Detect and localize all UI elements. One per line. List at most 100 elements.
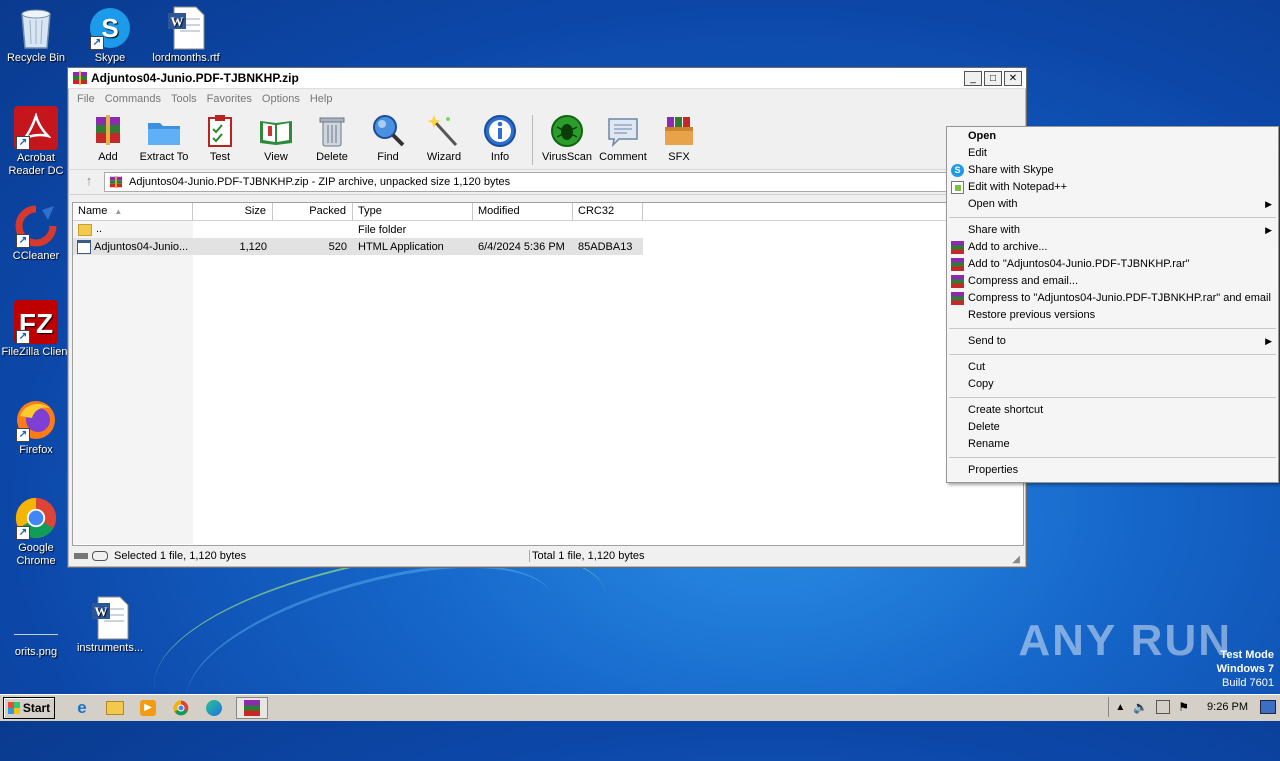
wizard-button[interactable]: Wizard: [416, 113, 472, 163]
taskbar-media-player-button[interactable]: ▶: [137, 698, 159, 718]
comment-button[interactable]: Comment: [595, 113, 651, 163]
column-header-crc32[interactable]: CRC32: [573, 203, 643, 220]
winrar-icon: [244, 700, 260, 716]
taskbar-winrar-button[interactable]: [236, 697, 268, 719]
menu-item-add-to-rar[interactable]: Add to "Adjuntos04-Junio.PDF-TJBNKHP.rar…: [947, 256, 1278, 273]
column-header-type[interactable]: Type: [353, 203, 473, 220]
toolbar-separator: [532, 115, 533, 165]
submenu-arrow-icon: ▶: [1265, 336, 1272, 346]
menu-item-share-with-skype[interactable]: S Share with Skype: [947, 162, 1278, 179]
virusscan-button[interactable]: VirusScan: [539, 113, 595, 163]
view-button[interactable]: View: [248, 113, 304, 163]
menu-options[interactable]: Options: [257, 93, 305, 105]
taskbar-ie-button[interactable]: e: [71, 698, 93, 718]
menu-item-share-with[interactable]: Share with ▶: [947, 222, 1278, 239]
menu-favorites[interactable]: Favorites: [202, 93, 257, 105]
submenu-arrow-icon: ▶: [1265, 199, 1272, 209]
desktop-icon-instruments[interactable]: W instruments...: [72, 596, 148, 655]
virusscan-label: VirusScan: [542, 151, 592, 163]
winrar-icon: [951, 258, 964, 271]
up-folder-button[interactable]: ↑: [74, 173, 104, 191]
column-header-packed[interactable]: Packed: [273, 203, 353, 220]
start-label: Start: [22, 701, 51, 715]
desktop-icon-orits[interactable]: orits.png: [0, 600, 74, 659]
status-selected: Selected 1 file, 1,120 bytes: [114, 550, 247, 562]
menu-item-properties[interactable]: Properties: [947, 462, 1278, 479]
delete-button[interactable]: Delete: [304, 113, 360, 163]
desktop-icon-acrobat[interactable]: ↗ Acrobat Reader DC: [0, 106, 74, 178]
menu-item-create-shortcut[interactable]: Create shortcut: [947, 402, 1278, 419]
find-button[interactable]: Find: [360, 113, 416, 163]
taskbar-edge-button[interactable]: [203, 698, 225, 718]
menu-tools[interactable]: Tools: [166, 93, 202, 105]
window-titlebar[interactable]: Adjuntos04-Junio.PDF-TJBNKHP.zip _ □ ✕: [68, 68, 1026, 89]
menu-item-edit[interactable]: Edit: [947, 145, 1278, 162]
minimize-button[interactable]: _: [964, 70, 982, 86]
clock[interactable]: 9:26 PM: [1207, 701, 1248, 713]
maximize-button[interactable]: □: [984, 70, 1002, 86]
winrar-icon: [73, 71, 87, 85]
status-bar: Selected 1 file, 1,120 bytes Total 1 fil…: [70, 547, 1022, 565]
menu-item-restore-previous-versions[interactable]: Restore previous versions: [947, 307, 1278, 324]
taskbar-chrome-button[interactable]: [170, 698, 192, 718]
start-button[interactable]: Start: [3, 697, 55, 719]
sfx-button[interactable]: SFX: [651, 113, 707, 163]
menu-item-compress-and-email[interactable]: Compress and email...: [947, 273, 1278, 290]
desktop-icon-firefox[interactable]: ↗ Firefox: [0, 398, 74, 457]
desktop-icon-label: CCleaner: [12, 250, 60, 262]
resize-grip-icon[interactable]: ◢: [1012, 554, 1020, 565]
test-button[interactable]: Test: [192, 113, 248, 163]
info-button[interactable]: Info: [472, 113, 528, 163]
close-button[interactable]: ✕: [1004, 70, 1022, 86]
desktop-icon-label: Firefox: [19, 444, 53, 456]
row-modified: 6/4/2024 5:36 PM: [478, 240, 565, 253]
network-icon[interactable]: [1156, 700, 1171, 714]
table-row-selected-file[interactable]: Adjuntos04-Junio... 1,120 520 HTML Appli…: [73, 238, 643, 255]
table-row-parent-folder[interactable]: .. File folder: [73, 221, 1023, 238]
column-header-modified[interactable]: Modified: [473, 203, 573, 220]
desktop-icon-skype[interactable]: S ↗ Skype: [72, 6, 148, 65]
menu-item-rename[interactable]: Rename: [947, 436, 1278, 453]
menu-item-compress-to-rar-and-email[interactable]: Compress to "Adjuntos04-Junio.PDF-TJBNKH…: [947, 290, 1278, 307]
extract-to-button[interactable]: Extract To: [136, 113, 192, 163]
desktop-icon-chrome[interactable]: ↗ Google Chrome: [0, 496, 74, 568]
show-hidden-icons-icon[interactable]: ▲: [1115, 702, 1125, 713]
menu-item-open-with[interactable]: Open with ▶: [947, 196, 1278, 213]
address-field[interactable]: Adjuntos04-Junio.PDF-TJBNKHP.zip - ZIP a…: [104, 172, 1022, 192]
test-mode-line: Build 7601: [1222, 677, 1274, 689]
desktop-icon-recycle-bin[interactable]: Recycle Bin: [0, 6, 74, 65]
menu-file[interactable]: File: [72, 93, 100, 105]
menu-item-add-to-archive[interactable]: Add to archive...: [947, 239, 1278, 256]
taskbar-explorer-button[interactable]: [104, 698, 126, 718]
row-packed: 520: [328, 240, 347, 253]
shortcut-arrow-icon: ↗: [16, 428, 30, 442]
column-header-name[interactable]: Name ▲: [73, 203, 193, 220]
wand-icon: [426, 113, 462, 149]
info-icon: [482, 113, 518, 149]
address-text: Adjuntos04-Junio.PDF-TJBNKHP.zip - ZIP a…: [129, 176, 511, 188]
system-tray: ▲ 🔈 ⚑ 9:26 PM: [1108, 697, 1280, 717]
desktop-icon-ccleaner[interactable]: ↗ CCleaner: [0, 204, 74, 263]
add-button[interactable]: Add: [80, 113, 136, 163]
desktop-icon-filezilla[interactable]: FZ ↗ FileZilla Client: [0, 300, 74, 359]
desktop-icon-lordmonths[interactable]: W lordmonths.rtf: [148, 6, 224, 65]
menu-item-delete[interactable]: Delete: [947, 419, 1278, 436]
delete-label: Delete: [316, 151, 348, 163]
menu-item-edit-with-notepadpp[interactable]: Edit with Notepad++: [947, 179, 1278, 196]
menu-item-cut[interactable]: Cut: [947, 359, 1278, 376]
menu-commands[interactable]: Commands: [100, 93, 166, 105]
menu-item-open[interactable]: Open: [947, 128, 1278, 145]
volume-icon[interactable]: 🔈: [1133, 700, 1148, 714]
list-header: Name ▲ Size Packed Type Modified CRC32: [73, 203, 1023, 221]
column-header-size[interactable]: Size: [193, 203, 273, 220]
flag-icon[interactable]: ⚑: [1178, 700, 1189, 714]
acrobat-icon: ↗: [14, 106, 58, 150]
wizard-label: Wizard: [426, 151, 462, 163]
menu-item-copy[interactable]: Copy: [947, 376, 1278, 393]
menu-help[interactable]: Help: [305, 93, 338, 105]
name-column-shading: [73, 221, 193, 544]
show-desktop-icon[interactable]: [1260, 700, 1276, 714]
shortcut-arrow-icon: ↗: [16, 234, 30, 248]
edge-icon: [206, 700, 222, 716]
menu-item-send-to[interactable]: Send to ▶: [947, 333, 1278, 350]
